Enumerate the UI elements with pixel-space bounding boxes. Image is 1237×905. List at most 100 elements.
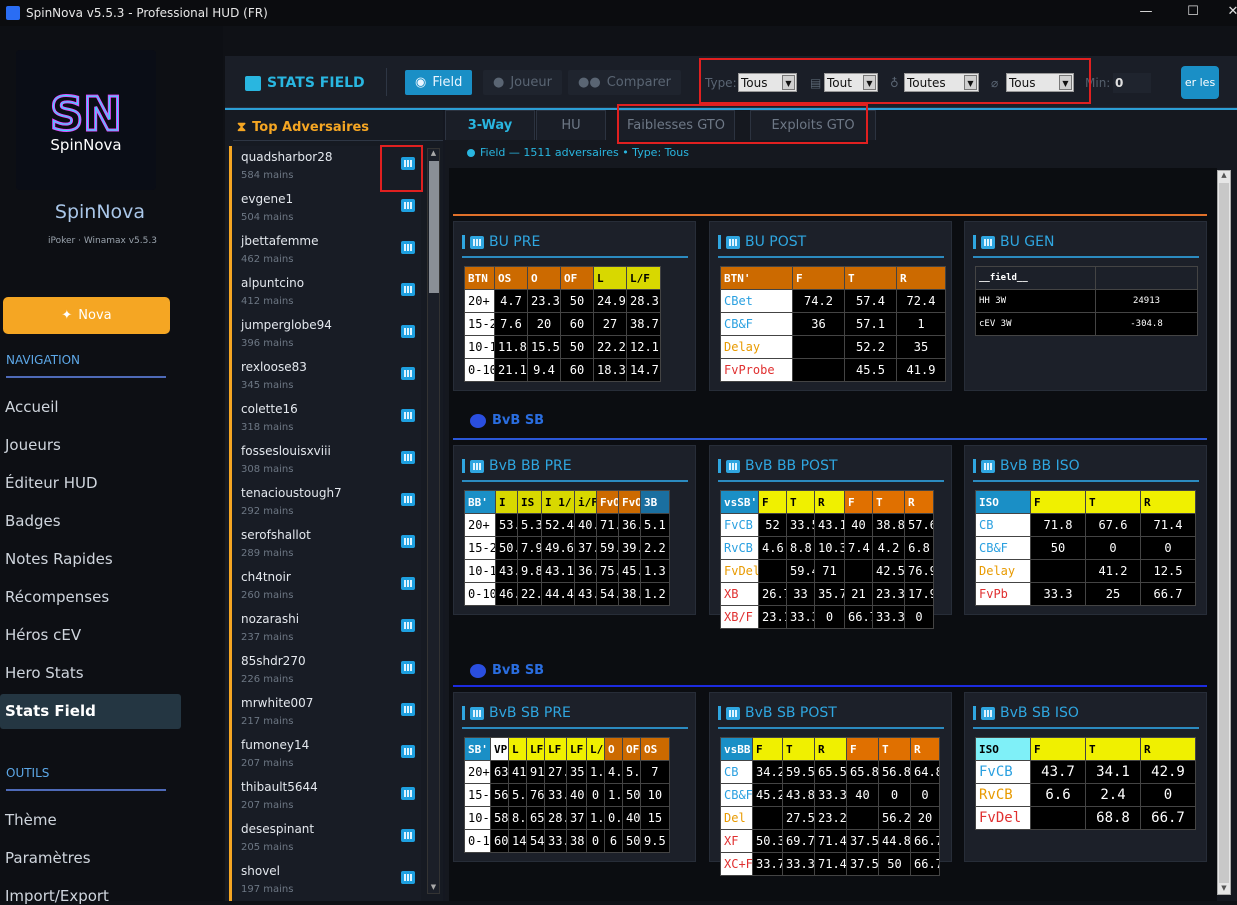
- list-item[interactable]: desespinant 205 mains: [229, 818, 421, 860]
- stats-chart-icon[interactable]: [401, 493, 415, 506]
- stake-icon: ♁: [890, 76, 899, 90]
- adversaries-scrollbar[interactable]: ▲ ▼: [427, 148, 440, 894]
- list-item[interactable]: jbettafemme 462 mains: [229, 230, 421, 272]
- stats-chart-icon[interactable]: [401, 535, 415, 548]
- stats-chart-icon[interactable]: [401, 409, 415, 422]
- nova-button[interactable]: ✦ Nova: [3, 297, 170, 334]
- table-row: Del 27.5 23.2 56.2 20: [720, 806, 940, 830]
- list-item[interactable]: serofshallot 289 mains: [229, 524, 421, 566]
- table-cell: [844, 559, 873, 583]
- list-item[interactable]: fosseslouisxviii 308 mains: [229, 440, 421, 482]
- nav-accueil[interactable]: Accueil: [5, 398, 59, 416]
- stats-chart-icon[interactable]: [401, 661, 415, 674]
- scroll-down-icon[interactable]: ▼: [428, 883, 439, 893]
- stats-chart-icon[interactable]: [401, 745, 415, 758]
- nav-heros-cev[interactable]: Héros cEV: [5, 626, 81, 644]
- tab-faiblesses-gto[interactable]: Faiblesses GTO: [617, 110, 735, 140]
- list-item[interactable]: quadsharbor28 584 mains: [229, 146, 421, 188]
- list-item[interactable]: rexloose83 345 mains: [229, 356, 421, 398]
- nav-editeur-hud[interactable]: Éditeur HUD: [5, 474, 98, 492]
- tab-exploits-gto[interactable]: Exploits GTO: [750, 110, 876, 140]
- nav-import-export[interactable]: Import/Export: [5, 887, 109, 905]
- nav-hero-stats[interactable]: Hero Stats: [5, 664, 84, 682]
- list-item[interactable]: alpuntcino 412 mains: [229, 272, 421, 314]
- nav-badges[interactable]: Badges: [5, 512, 61, 530]
- minimize-button[interactable]: —: [1123, 0, 1169, 26]
- field-button[interactable]: ◉ Field: [405, 70, 473, 95]
- table-cell: 0: [586, 829, 605, 853]
- panel-title-text: BvB BB PRE: [489, 458, 572, 474]
- list-item[interactable]: 85shdr270 226 mains: [229, 650, 421, 692]
- list-item[interactable]: nozarashi 237 mains: [229, 608, 421, 650]
- page-title-text: STATS FIELD: [267, 75, 365, 91]
- nav-parametres[interactable]: Paramètres: [5, 849, 91, 867]
- stats-chart-icon[interactable]: [401, 199, 415, 212]
- min-input[interactable]: 0: [1113, 73, 1151, 93]
- stats-chart-icon[interactable]: [401, 283, 415, 296]
- list-item[interactable]: mrwhite007 217 mains: [229, 692, 421, 734]
- tab-3way[interactable]: 3-Way: [445, 110, 535, 140]
- section-header: BvB SB: [470, 663, 544, 678]
- stats-chart-icon[interactable]: [401, 871, 415, 884]
- table-row: CBet 74.2 57.4 72.4: [720, 289, 946, 313]
- stats-chart-icon[interactable]: [401, 829, 415, 842]
- table-cell: 58.2: [490, 806, 509, 830]
- column-header: LF: [526, 737, 545, 761]
- filter-action-button[interactable]: er les: [1181, 66, 1219, 99]
- stats-chart-icon[interactable]: [401, 577, 415, 590]
- column-header: ISO: [975, 490, 1031, 514]
- stats-chart-icon[interactable]: [401, 367, 415, 380]
- scroll-thumb[interactable]: [1219, 183, 1229, 883]
- field-info-text: Field — 1511 adversaires • Type: Tous: [480, 146, 689, 159]
- table-cell: 54.1: [526, 829, 545, 853]
- stats-chart-icon[interactable]: [401, 619, 415, 632]
- list-item[interactable]: jumperglobe94 396 mains: [229, 314, 421, 356]
- row-label: RvCB: [975, 783, 1031, 807]
- table-cell: 37.5: [574, 536, 597, 560]
- section-header-text: BvB SB: [492, 413, 545, 428]
- table-cell: 60: [560, 312, 594, 336]
- scroll-thumb[interactable]: [429, 161, 439, 293]
- scroll-up-icon[interactable]: ▲: [428, 149, 439, 159]
- nav-stats-field[interactable]: Stats Field: [0, 694, 181, 729]
- close-button[interactable]: ✕: [1210, 0, 1237, 26]
- table-cell: 0: [910, 783, 940, 807]
- scroll-up-icon[interactable]: ▲: [1218, 171, 1230, 181]
- list-item[interactable]: evgene1 504 mains: [229, 188, 421, 230]
- table-cell: 33.3: [1030, 582, 1086, 606]
- nav-notes-rapides[interactable]: Notes Rapides: [5, 550, 113, 568]
- table-cell: 20: [527, 312, 561, 336]
- stats-chart-icon[interactable]: [401, 787, 415, 800]
- period-select[interactable]: Tout ▼: [824, 73, 878, 92]
- stakes-select[interactable]: Toutes ▼: [904, 73, 979, 92]
- list-item[interactable]: shovel 197 mains: [229, 860, 421, 901]
- stats-chart-icon[interactable]: [401, 703, 415, 716]
- type-select[interactable]: Tous ▼: [738, 73, 797, 92]
- comparer-button[interactable]: ●● Comparer: [568, 70, 682, 95]
- list-item[interactable]: thibault5644 207 mains: [229, 776, 421, 818]
- stats-chart-icon[interactable]: [401, 451, 415, 464]
- site-select[interactable]: Tous ▼: [1006, 73, 1074, 92]
- column-header: __field__: [975, 266, 1096, 290]
- list-item[interactable]: ch4tnoir 260 mains: [229, 566, 421, 608]
- list-item[interactable]: fumoney14 207 mains: [229, 734, 421, 776]
- table-cell: 40: [622, 806, 641, 830]
- list-item[interactable]: tenacioustough7 292 mains: [229, 482, 421, 524]
- stats-chart-icon[interactable]: [401, 325, 415, 338]
- table-cell: 65.8: [846, 760, 879, 784]
- nav-recompenses[interactable]: Récompenses: [5, 588, 109, 606]
- table-cell: 71.4: [814, 829, 847, 853]
- stats-chart-icon[interactable]: [401, 157, 415, 170]
- content-scrollbar[interactable]: ▲ ▼: [1217, 170, 1231, 895]
- table-cell: 42.5: [872, 559, 905, 583]
- list-item[interactable]: colette16 318 mains: [229, 398, 421, 440]
- table-cell: 56.4: [490, 783, 509, 807]
- tab-hu[interactable]: HU: [536, 110, 606, 140]
- column-header: F: [846, 737, 879, 761]
- table-cell: 33.9: [544, 783, 567, 807]
- nav-joueurs[interactable]: Joueurs: [5, 436, 61, 454]
- nav-theme[interactable]: Thème: [5, 811, 57, 829]
- scroll-down-icon[interactable]: ▼: [1218, 884, 1230, 894]
- stats-chart-icon[interactable]: [401, 241, 415, 254]
- joueur-button[interactable]: ● Joueur: [483, 70, 562, 95]
